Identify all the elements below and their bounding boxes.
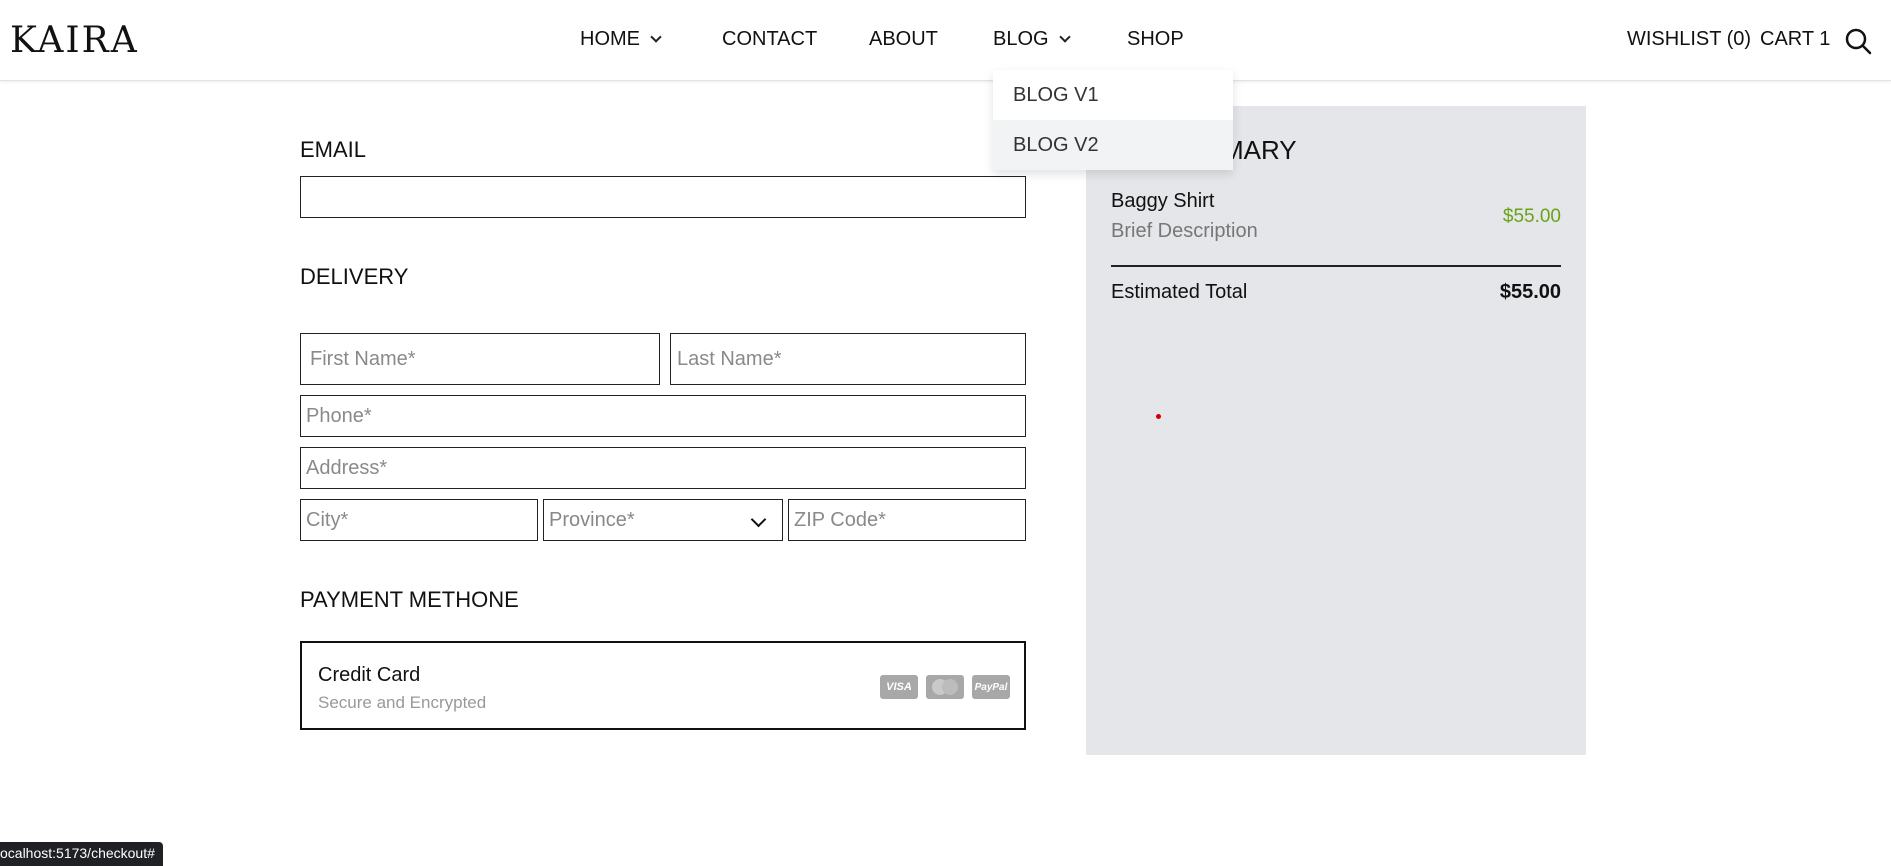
nav-shop[interactable]: SHOP: [1127, 28, 1184, 51]
card-icons: VISA PayPal: [880, 675, 1010, 699]
summary-item-description: Brief Description: [1111, 220, 1258, 242]
cart-link[interactable]: CART 1: [1760, 28, 1830, 51]
delivery-section-title: DELIVERY: [300, 264, 409, 289]
city-field[interactable]: [300, 499, 538, 541]
address-input[interactable]: [306, 448, 1025, 488]
dropdown-item-blog-v2[interactable]: BLOG V2: [993, 120, 1233, 170]
address-field[interactable]: [300, 447, 1026, 489]
chevron-down-icon: [1058, 31, 1071, 43]
summary-title: MARY: [1222, 135, 1297, 165]
zip-code-input[interactable]: [794, 500, 1025, 540]
nav-blog-label: BLOG: [993, 28, 1049, 50]
nav-contact[interactable]: CONTACT: [722, 28, 817, 51]
province-select[interactable]: Province*: [543, 499, 783, 541]
site-header: KAIRA HOME CONTACT ABOUT BLOG SHOP WISHL…: [0, 0, 1891, 81]
nav-home-label: HOME: [580, 28, 640, 50]
wishlist-link[interactable]: WISHLIST (0): [1627, 28, 1751, 51]
visa-icon: VISA: [880, 675, 918, 699]
cursor-dot: [1156, 414, 1161, 419]
nav-contact-label: CONTACT: [722, 28, 818, 50]
payment-option-title: Credit Card: [318, 664, 421, 686]
first-name-input[interactable]: [310, 334, 659, 384]
chevron-down-icon: [750, 511, 767, 528]
province-select-value: Province*: [549, 508, 635, 531]
summary-item-name: Baggy Shirt: [1111, 190, 1215, 212]
phone-field[interactable]: [300, 395, 1026, 437]
order-summary-panel: MARY Baggy Shirt Brief Description $55.0…: [1086, 106, 1586, 755]
email-input[interactable]: [310, 177, 1025, 217]
nav-about-label: ABOUT: [869, 28, 938, 50]
estimated-total-label: Estimated Total: [1111, 281, 1248, 303]
logo[interactable]: KAIRA: [10, 20, 139, 61]
nav-shop-label: SHOP: [1127, 28, 1184, 50]
chevron-down-icon: [650, 31, 662, 43]
summary-divider: [1111, 265, 1561, 267]
mastercard-icon: [926, 675, 964, 699]
payment-section-title: PAYMENT METHONE: [300, 587, 519, 612]
estimated-total-value: $55.00: [1499, 281, 1561, 303]
nav-blog[interactable]: BLOG: [993, 28, 1071, 51]
search-icon[interactable]: [1844, 27, 1872, 55]
credit-card-option[interactable]: Credit Card Secure and Encrypted VISA Pa…: [300, 641, 1026, 730]
status-bar-url: ocalhost:5173/checkout#: [0, 842, 163, 866]
summary-item-price: $55.00: [1502, 206, 1561, 227]
payment-option-subtitle: Secure and Encrypted: [318, 693, 487, 712]
last-name-input[interactable]: [677, 334, 1025, 384]
phone-input[interactable]: [306, 396, 1025, 436]
email-field[interactable]: [300, 176, 1026, 218]
last-name-field[interactable]: [670, 333, 1026, 385]
paypal-icon: PayPal: [972, 675, 1010, 699]
dropdown-item-blog-v1[interactable]: BLOG V1: [993, 70, 1233, 120]
city-input[interactable]: [306, 500, 537, 540]
nav-home[interactable]: HOME: [580, 28, 662, 51]
blog-dropdown-menu: BLOG V1 BLOG V2: [993, 70, 1233, 170]
nav-about[interactable]: ABOUT: [869, 28, 938, 51]
zip-code-field[interactable]: [788, 499, 1026, 541]
email-section-title: EMAIL: [300, 137, 367, 162]
first-name-field[interactable]: [300, 333, 660, 385]
